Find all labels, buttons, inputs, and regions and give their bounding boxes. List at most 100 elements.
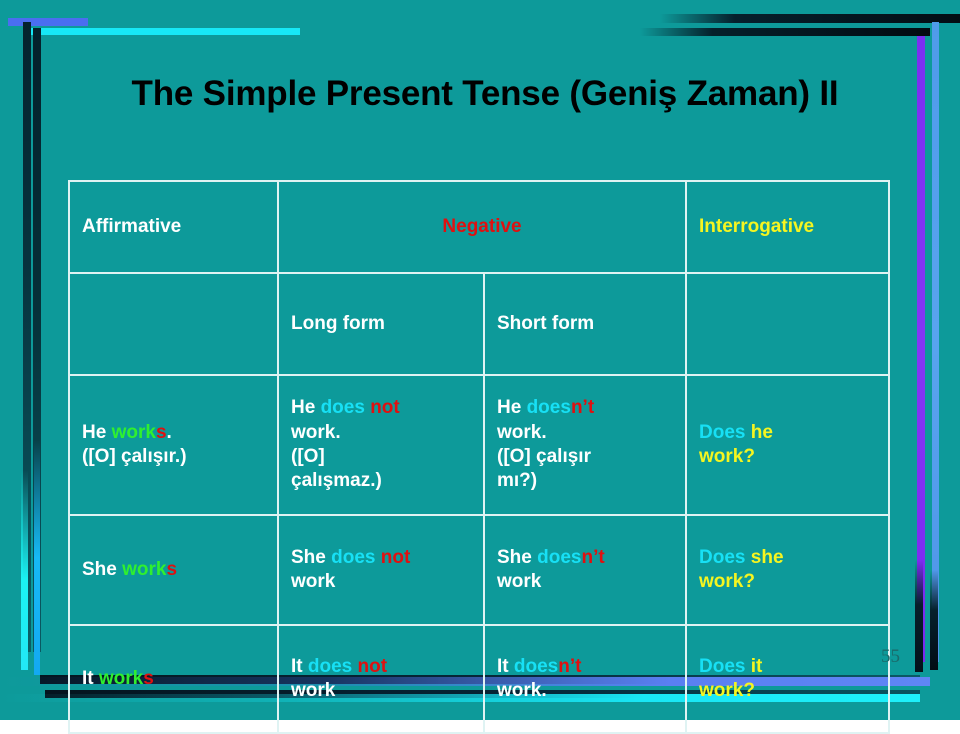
long-form-negator: not	[370, 397, 400, 419]
affirmative-verb-stem: work	[122, 558, 167, 580]
affirmative-line-1: It works	[82, 667, 265, 691]
cell-interrogative-she: Does she work?	[685, 514, 891, 626]
table-row: She works She does not work She doesn’t …	[68, 514, 891, 626]
tense-table: Affirmative Negative Interrogative Long …	[68, 180, 891, 734]
table-subheader-row: Long form Short form	[68, 272, 891, 376]
cell-affirmative-it: It works	[68, 624, 279, 734]
long-form-subject: It	[291, 655, 308, 677]
slide-number: 55	[881, 646, 900, 667]
cell-long-form-she: She does not work	[277, 514, 485, 626]
decor-bar-right-blue	[932, 22, 939, 662]
short-form-contraction: n’t	[570, 397, 595, 419]
long-form-subject: He	[291, 397, 321, 419]
short-form-line-1: He doesn’t	[497, 396, 673, 420]
interrogative-subject: he	[750, 421, 773, 443]
affirmative-punctuation: .	[166, 421, 172, 443]
interrogative-line-1: Does he	[699, 421, 876, 445]
cell-affirmative-he: He works. ([O] çalışır.)	[68, 374, 279, 516]
decor-bar-top-right-dark-inner	[640, 28, 930, 36]
interrogative-auxiliary: Does	[699, 421, 751, 443]
cell-short-form-she: She doesn’t work	[482, 514, 688, 626]
long-form-line-3: ([O]	[291, 446, 325, 467]
short-form-auxiliary: does	[537, 546, 582, 568]
affirmative-translation: ([O] çalışır.)	[82, 446, 187, 467]
cell-affirmative-she: She works	[68, 514, 279, 626]
long-form-line-1: It does not	[291, 655, 471, 679]
cell-interrogative-it: Does it work?	[685, 624, 891, 734]
decor-bar-top-right-dark-outer	[660, 14, 960, 23]
short-form-subject: She	[497, 546, 538, 568]
table-header-row: Affirmative Negative Interrogative	[68, 180, 891, 274]
slide-title: The Simple Present Tense (Geniş Zaman) I…	[131, 74, 839, 113]
long-form-auxiliary: does	[320, 397, 371, 419]
long-form-auxiliary: does	[307, 655, 358, 677]
header-affirmative: Affirmative	[68, 180, 279, 274]
decor-bar-right-dark-outer	[930, 570, 938, 670]
slide-canvas: The Simple Present Tense (Geniş Zaman) I…	[0, 0, 960, 734]
affirmative-subject: She	[82, 558, 123, 580]
long-form-line-2: work	[291, 680, 336, 701]
long-form-line-2: work	[291, 571, 336, 592]
short-form-auxiliary: does	[526, 397, 571, 419]
short-form-subject: It	[497, 655, 514, 677]
long-form-negator: not	[380, 546, 411, 568]
short-form-subject: He	[497, 397, 527, 419]
decor-bar-top-left-blue	[8, 18, 88, 26]
interrogative-subject: it	[750, 655, 763, 677]
subheader-blank-left	[68, 272, 279, 376]
subheader-short-form: Short form	[482, 272, 688, 376]
interrogative-line-1: Does it	[699, 655, 876, 679]
header-interrogative-label: Interrogative	[699, 215, 815, 237]
subheader-short-form-label: Short form	[497, 312, 595, 334]
subheader-long-form-label: Long form	[291, 312, 385, 334]
short-form-line-1: It doesn’t	[497, 655, 673, 679]
short-form-line-2: work	[497, 571, 542, 592]
short-form-line-3: ([O] çalışır	[497, 446, 591, 467]
short-form-line-2: work.	[497, 421, 547, 443]
short-form-line-1: She doesn’t	[497, 546, 673, 570]
short-form-contraction: n’t	[558, 655, 582, 677]
decor-bar-left-cyan-outer	[21, 470, 28, 670]
short-form-line-2: work.	[497, 680, 547, 701]
long-form-line-1: She does not	[291, 546, 471, 570]
cell-interrogative-he: Does he work?	[685, 374, 891, 516]
affirmative-subject: He	[82, 421, 112, 443]
header-interrogative: Interrogative	[685, 180, 891, 274]
cell-short-form-it: It doesn’t work.	[482, 624, 688, 734]
table-row: It works It does not work It doesn’t wor…	[68, 624, 891, 734]
affirmative-line-1: She works	[82, 558, 265, 582]
header-affirmative-label: Affirmative	[82, 215, 182, 237]
affirmative-verb-suffix: s	[166, 558, 178, 580]
interrogative-auxiliary: Does	[699, 546, 751, 568]
long-form-auxiliary: does	[331, 546, 381, 568]
affirmative-verb-stem: work	[98, 667, 144, 689]
subheader-blank-right	[685, 272, 891, 376]
long-form-negator: not	[357, 655, 388, 677]
decor-bar-left-cyan-inner	[34, 440, 40, 675]
long-form-line-1: He does not	[291, 396, 471, 420]
interrogative-verb: work?	[699, 446, 755, 467]
affirmative-verb-stem: work	[111, 421, 156, 443]
decor-bar-top-left-cyan	[30, 28, 300, 35]
affirmative-verb-suffix: s	[155, 421, 167, 443]
interrogative-auxiliary: Does	[699, 655, 751, 677]
affirmative-subject: It	[82, 667, 99, 689]
cell-long-form-he: He does not work. ([O] çalışmaz.)	[277, 374, 485, 516]
interrogative-verb: work?	[699, 571, 755, 592]
cell-short-form-he: He doesn’t work. ([O] çalışır mı?)	[482, 374, 688, 516]
long-form-line-4: çalışmaz.)	[291, 470, 382, 492]
header-negative: Negative	[276, 180, 688, 274]
interrogative-verb: work?	[699, 680, 755, 701]
interrogative-subject: she	[750, 546, 784, 568]
subheader-long-form: Long form	[277, 272, 485, 376]
cell-long-form-it: It does not work	[277, 624, 485, 734]
long-form-line-2: work.	[291, 421, 341, 443]
interrogative-line-1: Does she	[699, 546, 876, 570]
decor-bar-right-dark-inner	[915, 560, 923, 672]
table-row: He works. ([O] çalışır.) He does not wor…	[68, 374, 891, 516]
long-form-subject: She	[291, 546, 332, 568]
affirmative-verb-suffix: s	[143, 667, 154, 689]
short-form-auxiliary: does	[513, 655, 559, 677]
short-form-contraction: n’t	[581, 546, 605, 568]
header-negative-label: Negative	[442, 215, 522, 237]
